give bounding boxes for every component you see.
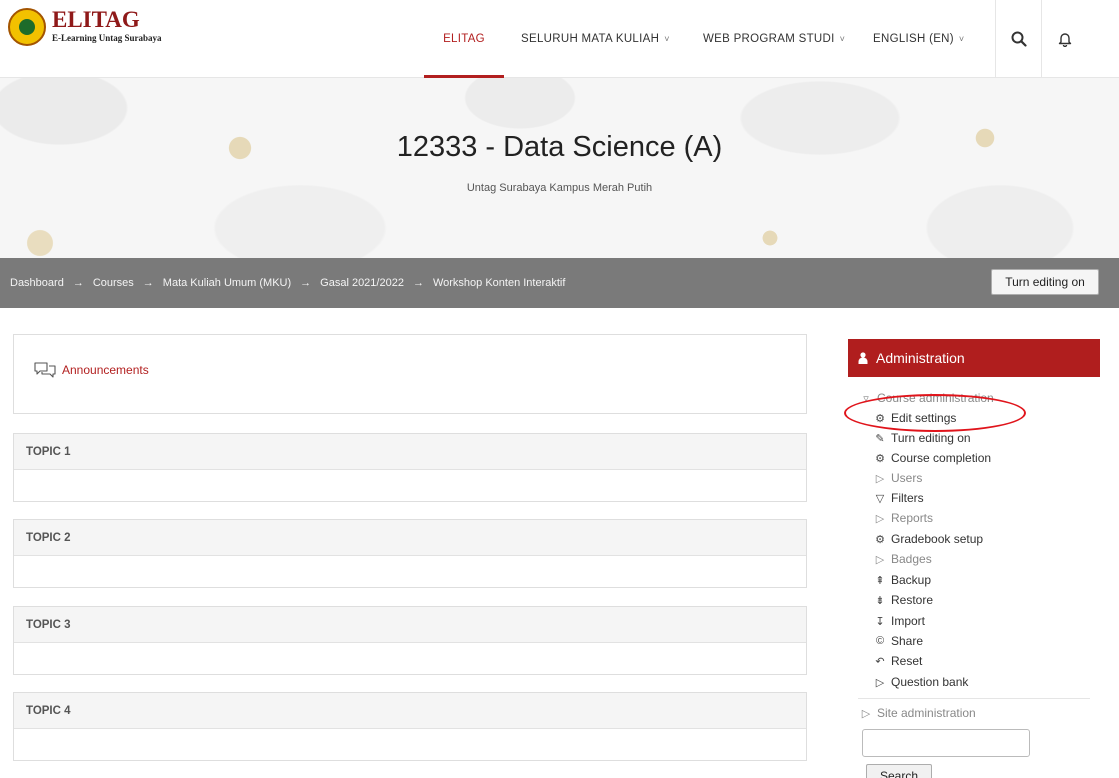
breadcrumb-item-dashboard[interactable]: Dashboard [10,277,64,289]
site-administration-node[interactable]: ▷ Site administration [858,703,976,723]
admin-item-label: Reset [891,654,923,668]
topic-section: TOPIC 4 [13,692,807,761]
admin-item-label: Backup [891,573,932,587]
triangle-right-icon: ▷ [875,472,885,485]
admin-item-label: Import [891,614,926,628]
turn-editing-on-button[interactable]: Turn editing on [991,269,1099,295]
language-label: ENGLISH (EN) [873,33,954,45]
chevron-down-icon: ˅ [958,34,965,44]
gear-icon: ⚙ [875,452,885,465]
nav-courses-label: SELURUH MATA KULIAH [521,33,660,45]
announcements-link[interactable]: Announcements [34,362,149,378]
admin-item-filters[interactable]: ▽ Filters [872,488,924,508]
admin-item-label: Reports [891,511,934,525]
announcements-section: Announcements [13,334,807,414]
admin-item-gradebook-setup[interactable]: ⚙ Gradebook setup [872,529,983,549]
forum-icon [34,362,56,378]
backup-icon: ⇞ [875,574,885,587]
logo-title: ELITAG [52,7,140,32]
administration-block-header[interactable]: Administration [848,339,1100,377]
search-icon [1011,31,1027,47]
breadcrumb: Dashboard → Courses → Mata Kuliah Umum (… [10,258,565,308]
logo-subtitle: E-Learning Untag Surabaya [52,33,162,43]
search-button[interactable] [995,0,1041,78]
triangle-right-icon: ▷ [875,676,885,689]
topic-section: TOPIC 1 [13,433,807,502]
admin-search-input[interactable] [862,729,1030,757]
admin-divider [858,698,1090,699]
admin-item-backup[interactable]: ⇞ Backup [872,570,931,590]
arrow-right-icon: → [142,277,154,289]
nav-home-label: ELITAG [443,33,485,45]
triangle-right-icon: ▷ [875,553,885,566]
announcements-label: Announcements [62,363,149,377]
admin-item-reports[interactable]: ▷ Reports [872,508,933,528]
breadcrumb-item-semester[interactable]: Gasal 2021/2022 [320,277,404,289]
highlight-annotation-circle [844,394,1026,432]
triangle-right-icon: ▷ [875,512,885,525]
arrow-right-icon: → [412,277,424,289]
topic-section: TOPIC 3 [13,606,807,675]
share-icon: © [875,635,885,647]
nav-home[interactable]: ELITAG [424,0,504,78]
arrow-right-icon: → [300,277,312,289]
admin-item-label: Turn editing on [891,431,971,445]
admin-item-users[interactable]: ▷ Users [872,468,923,488]
breadcrumb-item-category[interactable]: Mata Kuliah Umum (MKU) [163,277,291,289]
breadcrumb-bar: Dashboard → Courses → Mata Kuliah Umum (… [0,258,1119,308]
topic-title: TOPIC 2 [14,520,806,556]
breadcrumb-item-course[interactable]: Workshop Konten Interaktif [433,277,565,289]
course-header-banner: 12333 - Data Science (A) Untag Surabaya … [0,78,1119,258]
reset-icon: ↶ [875,655,885,668]
chevron-down-icon: ˅ [839,34,846,44]
topic-title: TOPIC 1 [14,434,806,470]
user-icon [858,352,868,364]
course-subtitle: Untag Surabaya Kampus Merah Putih [466,182,653,194]
logo-emblem-icon [8,8,46,46]
administration-title: Administration [876,350,965,366]
site-logo[interactable]: ELITAG E-Learning Untag Surabaya [8,8,178,48]
breadcrumb-item-courses[interactable]: Courses [93,277,134,289]
nav-program-dropdown[interactable]: WEB PROGRAM STUDI ˅ [703,0,845,78]
admin-item-label: Course completion [891,451,992,465]
bell-icon [1058,33,1071,47]
admin-item-label: Badges [891,552,932,566]
arrow-right-icon: → [72,277,84,289]
admin-item-label: Restore [891,593,934,607]
site-administration-label: Site administration [877,706,976,720]
admin-item-course-completion[interactable]: ⚙ Course completion [872,448,991,468]
top-navbar: ELITAG E-Learning Untag Surabaya ELITAG … [0,0,1119,78]
restore-icon: ⇟ [875,594,885,607]
notifications-button[interactable] [1041,0,1087,78]
pencil-icon: ✎ [875,432,885,445]
admin-item-share[interactable]: © Share [872,631,923,651]
nav-courses-dropdown[interactable]: SELURUH MATA KULIAH ˅ [521,0,670,78]
admin-item-label: Users [891,471,923,485]
admin-item-label: Share [891,634,924,648]
admin-item-import[interactable]: ↧ Import [872,611,925,631]
triangle-right-icon: ▷ [861,707,871,720]
admin-item-label: Filters [891,491,924,505]
gear-icon: ⚙ [875,533,885,546]
language-selector[interactable]: ENGLISH (EN) ˅ [873,0,964,78]
admin-search-button[interactable]: Search [866,764,932,778]
nav-program-label: WEB PROGRAM STUDI [703,33,835,45]
admin-item-label: Gradebook setup [891,532,984,546]
admin-item-label: Question bank [891,675,969,689]
import-icon: ↧ [875,615,885,628]
admin-item-badges[interactable]: ▷ Badges [872,549,932,569]
admin-item-reset[interactable]: ↶ Reset [872,651,922,671]
topic-title: TOPIC 4 [14,693,806,729]
filter-icon: ▽ [875,492,885,505]
course-title: 12333 - Data Science (A) [396,131,723,163]
topic-title: TOPIC 3 [14,607,806,643]
topic-section: TOPIC 2 [13,519,807,588]
admin-item-restore[interactable]: ⇟ Restore [872,590,933,610]
admin-item-question-bank[interactable]: ▷ Question bank [872,672,969,692]
chevron-down-icon: ˅ [664,34,670,44]
